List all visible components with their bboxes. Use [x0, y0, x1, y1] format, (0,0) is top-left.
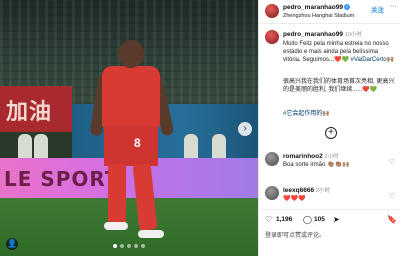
more-options-icon[interactable]: ···: [390, 3, 397, 10]
caption-tag-link[interactable]: #它会起作用的🙌🏽: [283, 110, 397, 118]
post-side-panel: pedro_maranhao99 ✓ 关注 ··· Zhengzhou Hangh…: [258, 0, 400, 256]
player-shoe: [104, 222, 128, 230]
stand-banner: 加油: [0, 86, 72, 132]
player-leg: [108, 164, 126, 224]
caption-username: pedro_maranhao99 10小时: [283, 30, 362, 38]
comment-text: ❤️❤️❤️: [283, 196, 306, 202]
carousel-dot[interactable]: [141, 244, 145, 248]
heart-icon[interactable]: ♡: [265, 215, 272, 224]
location-link[interactable]: Zhengzhou Hanghai Stadium: [283, 13, 354, 19]
comment-user-text[interactable]: leexq6666: [283, 187, 314, 194]
signin-prompt[interactable]: 登录即可点赞或评论。: [265, 230, 325, 239]
carousel-dot[interactable]: [127, 244, 131, 248]
share-icon[interactable]: ➤: [333, 215, 340, 224]
avatar[interactable]: [265, 152, 279, 166]
action-bar: ♡ 1,196 ◯ 105 ➤ 🔖: [259, 209, 400, 227]
player-jersey: [102, 66, 160, 128]
carousel-dot[interactable]: [134, 244, 138, 248]
comment-icon[interactable]: ◯: [303, 215, 312, 224]
heart-icon[interactable]: ♡: [389, 192, 395, 200]
avatar[interactable]: [265, 30, 279, 44]
comment-username: leexq6666 2小时: [283, 186, 330, 194]
comment-count: 105: [314, 216, 325, 223]
comment: romarinhoo2 2小时 Boa sorte irmão 👏🏽👏🏽🙌🏽 ♡: [259, 150, 400, 180]
caption-time: 10小时: [344, 32, 362, 38]
comment-time: 2小时: [315, 188, 330, 194]
carousel-dots: [0, 244, 258, 248]
post-photo[interactable]: 加油 LE SPORT 8 › 👤: [0, 0, 258, 256]
chevron-right-icon[interactable]: ›: [238, 122, 252, 136]
comment-text: Boa sorte irmão 👏🏽👏🏽🙌🏽: [283, 162, 350, 168]
comment-user-text[interactable]: romarinhoo2: [283, 153, 323, 160]
caption-user-text[interactable]: pedro_maranhao99: [283, 31, 343, 38]
player-head: [118, 40, 144, 68]
player-shoe: [138, 230, 164, 238]
avatar[interactable]: [265, 186, 279, 200]
add-comment-icon[interactable]: +: [325, 127, 337, 139]
post-header: pedro_maranhao99 ✓ 关注 ··· Zhengzhou Hangh…: [259, 0, 400, 24]
caption-cn: 很高兴我在我们的体育场首次亮相, 更高兴的是美丽的胜利, 我们继续......❤…: [283, 79, 395, 93]
verified-icon: ✓: [343, 4, 350, 11]
username-text[interactable]: pedro_maranhao99: [283, 4, 343, 11]
bookmark-icon[interactable]: 🔖: [387, 215, 397, 224]
player-leg: [132, 163, 158, 231]
banner-text: 加油: [6, 100, 53, 125]
comment-time: 2小时: [324, 154, 339, 160]
person-tag-icon[interactable]: 👤: [6, 238, 18, 250]
comment-username: romarinhoo2 2小时: [283, 152, 339, 160]
username[interactable]: pedro_maranhao99 ✓: [283, 4, 350, 11]
carousel-dot[interactable]: [120, 244, 124, 248]
avatar[interactable]: [265, 4, 279, 18]
heart-icon[interactable]: ♡: [389, 158, 395, 166]
jersey-number: 8: [134, 136, 141, 150]
caption-text: Muito Feliz pela minha estreia no nosso …: [283, 40, 397, 64]
hashtag-link[interactable]: #VaiDarCerto🙌🏽: [351, 57, 394, 63]
follow-button[interactable]: 关注: [371, 4, 384, 14]
player: 8: [89, 40, 180, 240]
carousel-dot[interactable]: [113, 244, 117, 248]
player-shorts: 8: [104, 126, 158, 166]
like-count: 1,196: [276, 216, 293, 223]
